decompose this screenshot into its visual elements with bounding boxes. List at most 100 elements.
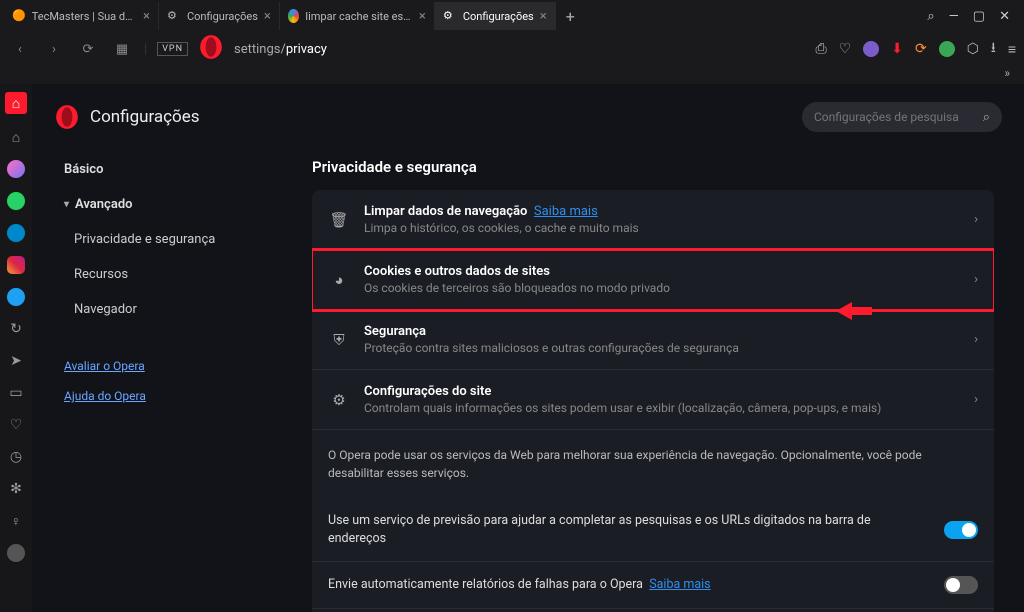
download-off-icon[interactable]: ⬇ bbox=[891, 41, 903, 57]
cube-icon[interactable]: ⬡ bbox=[967, 41, 979, 57]
instagram-icon[interactable] bbox=[7, 256, 25, 274]
send-icon[interactable]: ➤ bbox=[7, 352, 25, 370]
sidebar-item-browser[interactable]: Navegador bbox=[52, 292, 272, 327]
close-icon[interactable]: × bbox=[143, 9, 150, 24]
history-icon[interactable]: ↻ bbox=[7, 320, 25, 338]
row-subtitle: Os cookies de terceiros são bloqueados n… bbox=[364, 281, 960, 295]
section-title: Privacidade e segurança bbox=[312, 158, 994, 176]
address-bar: ‹ › ⟳ ▦ | VPN settings/privacy ⎙ ♡ ⬇ ⟳ ⬡… bbox=[0, 32, 1024, 66]
sliders-icon: ⚙ bbox=[328, 391, 350, 409]
heart-rail-icon[interactable]: ♡ bbox=[7, 416, 25, 434]
more-rail-icon[interactable] bbox=[7, 544, 25, 562]
sync-icon[interactable]: ⟳ bbox=[915, 41, 927, 57]
forward-button[interactable]: › bbox=[42, 42, 66, 57]
settings-sidebar: Básico ▾ Avançado Privacidade e seguranç… bbox=[52, 140, 272, 612]
search-icon[interactable]: ⌕ bbox=[927, 9, 934, 24]
vpn-badge[interactable]: VPN bbox=[157, 42, 188, 56]
extension-purple-icon[interactable] bbox=[863, 41, 879, 57]
sidebar-link-help[interactable]: Ajuda do Opera bbox=[52, 381, 272, 411]
tab-label: Configurações bbox=[463, 10, 534, 23]
chevron-right-icon: › bbox=[974, 392, 978, 407]
settings-page: Configurações ⌕ Básico ▾ Avançado Privac… bbox=[32, 84, 1024, 612]
minimize-icon[interactable]: — bbox=[949, 9, 959, 24]
row-site-settings[interactable]: ⚙ Configurações do site Controlam quais … bbox=[312, 370, 994, 430]
telegram-icon[interactable] bbox=[7, 224, 25, 242]
row-clear-data[interactable]: 🗑 Limpar dados de navegação Saiba mais L… bbox=[312, 190, 994, 250]
reload-button[interactable]: ⟳ bbox=[76, 42, 100, 57]
close-icon[interactable]: × bbox=[540, 9, 547, 24]
opera-icon bbox=[198, 34, 224, 64]
back-button[interactable]: ‹ bbox=[8, 42, 32, 57]
settings-rail-icon[interactable]: ✻ bbox=[7, 480, 25, 498]
learn-more-link[interactable]: Saiba mais bbox=[534, 204, 598, 219]
row-subtitle: Limpa o histórico, os cookies, o cache e… bbox=[364, 221, 960, 235]
row-subtitle: Proteção contra sites maliciosos e outra… bbox=[364, 341, 960, 355]
row-subtitle: Controlam quais informações os sites pod… bbox=[364, 401, 960, 415]
toggle-label: Use um serviço de previsão para ajudar a… bbox=[328, 512, 930, 547]
close-icon[interactable]: × bbox=[264, 9, 271, 24]
bulb-icon[interactable]: ♀ bbox=[7, 512, 25, 530]
tab-config-active[interactable]: ⚙ Configurações × bbox=[435, 2, 556, 30]
rail-home-icon[interactable]: ⌂ bbox=[7, 128, 25, 146]
heart-icon[interactable]: ♡ bbox=[839, 41, 852, 57]
gear-icon: ⚙ bbox=[443, 9, 457, 23]
search-icon: ⌕ bbox=[983, 110, 990, 125]
row-title: Configurações do site bbox=[364, 384, 960, 399]
row-title: Cookies e outros dados de sites bbox=[364, 264, 960, 279]
screenshot-icon[interactable]: ⎙ bbox=[815, 41, 826, 57]
row-title: Segurança bbox=[364, 324, 960, 339]
row-cookies[interactable]: ◕ Cookies e outros dados de sites Os coo… bbox=[312, 250, 994, 310]
search-input[interactable] bbox=[814, 110, 975, 124]
sidebar-item-basic[interactable]: Básico bbox=[52, 152, 272, 187]
speed-dial-icon[interactable]: ▦ bbox=[110, 42, 134, 57]
twitter-icon[interactable] bbox=[7, 288, 25, 306]
learn-more-link[interactable]: Saiba mais bbox=[649, 577, 710, 592]
services-description: O Opera pode usar os serviços da Web par… bbox=[312, 430, 994, 498]
toggle-switch[interactable] bbox=[944, 521, 978, 539]
extension-green-icon[interactable] bbox=[939, 41, 955, 57]
opera-logo-icon bbox=[54, 104, 80, 130]
tab-limpar[interactable]: limpar cache site específic × bbox=[280, 2, 435, 30]
toggle-switch[interactable] bbox=[944, 576, 978, 594]
tab-label: TecMasters | Sua dose diári bbox=[32, 10, 137, 23]
row-security[interactable]: ⛨ Segurança Proteção contra sites malici… bbox=[312, 310, 994, 370]
messenger-icon[interactable] bbox=[7, 160, 25, 178]
menu-icon[interactable]: ≡ bbox=[1008, 41, 1016, 58]
settings-content: Privacidade e segurança 🗑 Limpar dados d… bbox=[272, 140, 1004, 612]
sidebar-item-advanced[interactable]: ▾ Avançado bbox=[52, 187, 272, 222]
opera-home-icon[interactable]: ⌂ bbox=[5, 92, 27, 114]
download-icon[interactable]: ⭳ bbox=[991, 37, 996, 61]
sidebar-item-features[interactable]: Recursos bbox=[52, 257, 272, 292]
page-title: Configurações bbox=[90, 107, 200, 127]
chevron-down-icon: ▾ bbox=[64, 199, 69, 210]
sidebar-item-privacy[interactable]: Privacidade e segurança bbox=[52, 222, 272, 257]
close-window-icon[interactable]: ✕ bbox=[999, 9, 1010, 24]
toggle-crash-reports: Envie automaticamente relatórios de falh… bbox=[312, 562, 994, 609]
cookie-icon: ◕ bbox=[328, 271, 350, 289]
tab-label: limpar cache site específic bbox=[305, 10, 412, 23]
tab-tecmasters[interactable]: 🟠 TecMasters | Sua dose diári × bbox=[4, 2, 159, 30]
page-header: Configurações ⌕ bbox=[32, 84, 1024, 140]
tab-config-1[interactable]: ⚙ Configurações × bbox=[159, 2, 280, 30]
privacy-card: 🗑 Limpar dados de navegação Saiba mais L… bbox=[312, 190, 994, 612]
toggle-label: Envie automaticamente relatórios de falh… bbox=[328, 576, 930, 594]
trash-icon: 🗑 bbox=[328, 211, 350, 229]
window-controls: ⌕ — ▢ ✕ bbox=[927, 9, 1020, 24]
new-tab-button[interactable]: + bbox=[556, 7, 585, 26]
favicon-tecmasters: 🟠 bbox=[12, 9, 26, 23]
sidebar-link-rate[interactable]: Avaliar o Opera bbox=[52, 351, 272, 381]
overflow-bar[interactable]: » bbox=[0, 66, 1024, 84]
url-field[interactable]: settings/privacy bbox=[234, 42, 805, 57]
maximize-icon[interactable]: ▢ bbox=[973, 9, 985, 24]
shield-icon: ⛨ bbox=[328, 331, 350, 349]
close-icon[interactable]: × bbox=[419, 9, 426, 24]
whatsapp-icon[interactable] bbox=[7, 192, 25, 210]
chevron-right-icon: › bbox=[974, 212, 978, 227]
chevron-right-icon: › bbox=[974, 332, 978, 347]
bookmark-icon[interactable]: ▭ bbox=[7, 384, 25, 402]
settings-search[interactable]: ⌕ bbox=[802, 102, 1002, 132]
favicon-google bbox=[288, 9, 300, 23]
clock-icon[interactable]: ◷ bbox=[7, 448, 25, 466]
tab-label: Configurações bbox=[187, 10, 258, 23]
titlebar: 🟠 TecMasters | Sua dose diári × ⚙ Config… bbox=[0, 0, 1024, 32]
